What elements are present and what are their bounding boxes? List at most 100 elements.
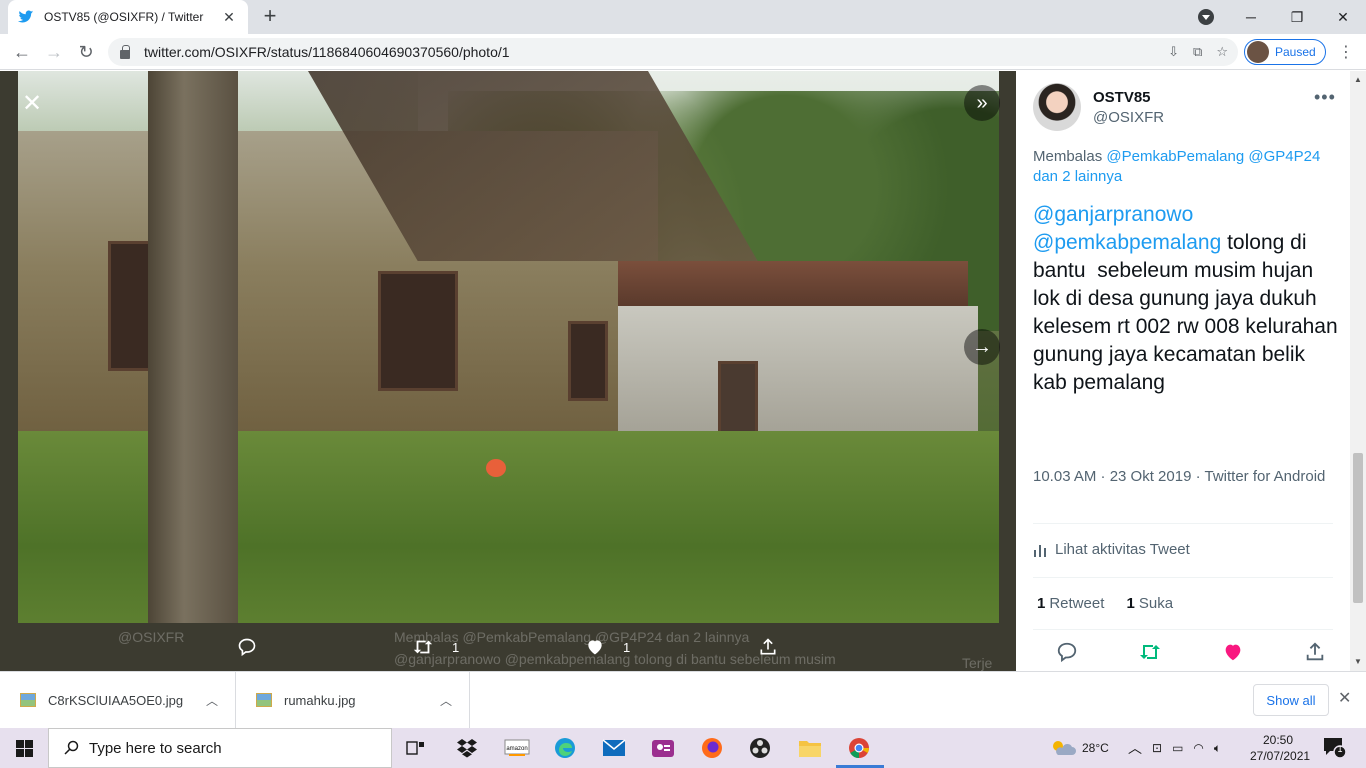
firefox-icon[interactable] (698, 734, 726, 762)
author-avatar[interactable] (1033, 83, 1081, 131)
maximize-icon[interactable]: ❐ (1274, 9, 1320, 26)
page-viewport: ✕ » → @OSIXFR Membalas @PemkabPemalang @… (0, 71, 1366, 671)
reload-icon[interactable]: ↻ (74, 40, 98, 64)
dropbox-icon[interactable] (453, 734, 481, 762)
tab-title: OSTV85 (@OSIXFR) / Twitter (44, 10, 204, 24)
browser-tab[interactable]: OSTV85 (@OSIXFR) / Twitter ✕ (8, 0, 248, 34)
profile-button[interactable]: Paused (1244, 39, 1326, 65)
reply-others-link[interactable]: dan 2 lainnya (1033, 168, 1122, 185)
retweets-label: Retweet (1049, 595, 1105, 612)
new-tab-button[interactable]: + (258, 5, 282, 29)
tweet-timestamp[interactable]: 10.03 AM · 23 Okt 2019 · Twitter for And… (1033, 467, 1333, 487)
svg-text:amazon: amazon (506, 746, 527, 752)
likes-count: 1 (1126, 595, 1135, 612)
share-icon (760, 638, 776, 655)
back-icon[interactable]: ← (10, 40, 34, 64)
media-like-button[interactable]: 1 (585, 637, 630, 657)
retweets-stat[interactable]: 1 Retweet (1037, 595, 1104, 612)
window-controls: ─ ❐ ✕ (1228, 0, 1366, 34)
show-all-button[interactable]: Show all (1253, 684, 1329, 716)
taskbar-clock[interactable]: 20:50 27/07/2021 (1250, 732, 1310, 764)
likes-label: Suka (1138, 595, 1174, 612)
retweets-count: 1 (1037, 595, 1046, 612)
mention-link[interactable]: @ganjarpranowo (1033, 203, 1193, 226)
scrollbar-thumb[interactable] (1353, 453, 1363, 603)
mention-link[interactable]: @pemkabpemalang (1033, 231, 1221, 254)
file-explorer-icon[interactable] (796, 734, 824, 762)
download-filename: rumahku.jpg (284, 692, 356, 708)
amazon-icon[interactable]: amazon (503, 734, 531, 762)
close-download-bar-icon[interactable]: ✕ (1338, 688, 1351, 708)
tweet-text: @ganjarpranowo @pemkabpemalang tolong di… (1033, 201, 1343, 397)
chevron-up-icon[interactable]: ︿ (1128, 738, 1142, 758)
obs-icon[interactable] (746, 734, 774, 762)
media-retweet-button[interactable]: 1 (412, 637, 459, 657)
device-icon[interactable]: ⊡ (1152, 741, 1162, 755)
likes-stat[interactable]: 1 Suka (1127, 595, 1174, 612)
browser-toolbar: ← → ↻ twitter.com/OSIXFR/status/11868406… (0, 34, 1366, 70)
clock-time: 20:50 (1262, 733, 1294, 747)
chevron-up-icon[interactable]: ︿ (440, 692, 452, 709)
browser-menu-icon[interactable]: ⋮ (1338, 42, 1354, 62)
task-view-icon[interactable] (402, 734, 430, 762)
chrome-icon[interactable] (845, 734, 873, 762)
weather-temp: 28°C (1082, 741, 1109, 755)
reply-mention-link[interactable]: @GP4P24 (1248, 148, 1320, 165)
volume-icon[interactable]: 🔈︎ (1214, 741, 1221, 756)
share-icon[interactable] (1304, 641, 1326, 663)
scroll-up-icon[interactable]: ▲ (1354, 75, 1362, 84)
wifi-icon[interactable]: ◠ (1193, 741, 1203, 755)
tweet-stats: 1 Retweet 1 Suka (1037, 595, 1173, 612)
bookmark-star-icon[interactable]: ☆ (1216, 44, 1228, 60)
reply-icon[interactable] (1056, 641, 1078, 663)
next-photo-icon[interactable]: → (964, 329, 1000, 365)
more-options-icon[interactable]: ••• (1314, 87, 1336, 108)
edge-icon[interactable] (551, 734, 579, 762)
author-name[interactable]: OSTV85 (1093, 89, 1151, 106)
weather-widget[interactable]: 28°C (1050, 728, 1109, 768)
download-filename: C8rKSClUIAA5OE0.jpg (48, 692, 184, 708)
translate-icon[interactable]: ⧉ (1193, 44, 1202, 60)
twitter-bird-icon (18, 9, 34, 25)
image-file-icon (256, 693, 272, 707)
start-button[interactable] (0, 728, 48, 768)
system-tray: ︿ ⊡ ▭ ◠ 🔈︎ (1128, 728, 1221, 768)
media-share-button[interactable] (758, 637, 796, 657)
retweet-icon (413, 640, 433, 654)
notification-center-icon[interactable]: 1 (1322, 736, 1347, 759)
search-placeholder: Type here to search (89, 739, 222, 757)
view-activity-link[interactable]: Lihat aktivitas Tweet (1033, 541, 1190, 558)
tab-close-button[interactable]: ✕ (220, 9, 238, 26)
media-reply-button[interactable] (237, 637, 275, 657)
tab-search-icon[interactable] (1198, 9, 1214, 25)
heart-icon (588, 640, 602, 655)
tweet-body: tolong di bantu sebeleum musim hujan lok… (1033, 231, 1338, 394)
tab-strip: OSTV85 (@OSIXFR) / Twitter ✕ + ─ ❐ ✕ (0, 0, 1366, 34)
minimize-icon[interactable]: ─ (1228, 9, 1274, 25)
close-window-icon[interactable]: ✕ (1320, 9, 1366, 26)
download-item[interactable]: rumahku.jpg ︿ (236, 672, 470, 728)
lock-icon (120, 44, 130, 59)
chevron-up-icon[interactable]: ︿ (206, 692, 218, 709)
scroll-down-icon[interactable]: ▼ (1354, 657, 1362, 666)
mail-icon[interactable] (600, 734, 628, 762)
download-item[interactable]: C8rKSClUIAA5OE0.jpg ︿ (0, 672, 236, 728)
search-icon (64, 740, 79, 755)
page-scrollbar[interactable]: ▲ ▼ (1350, 71, 1366, 671)
close-media-icon[interactable]: ✕ (14, 85, 50, 121)
reply-mention-link[interactable]: @PemkabPemalang (1106, 148, 1244, 165)
tweet-actions (1056, 641, 1326, 663)
divider (1033, 629, 1333, 630)
expand-panel-icon[interactable]: » (964, 85, 1000, 121)
battery-icon[interactable]: ▭ (1172, 741, 1183, 755)
activity-label: Lihat aktivitas Tweet (1055, 541, 1190, 558)
taskbar-search[interactable]: Type here to search (48, 728, 392, 768)
retweet-icon[interactable] (1138, 641, 1162, 663)
teams-icon[interactable] (649, 734, 677, 762)
author-handle[interactable]: @OSIXFR (1093, 109, 1164, 126)
address-bar[interactable]: twitter.com/OSIXFR/status/11868406046903… (108, 38, 1238, 66)
heart-icon[interactable] (1222, 641, 1244, 663)
forward-icon[interactable]: → (42, 40, 66, 64)
windows-logo-icon (15, 739, 33, 757)
install-app-icon[interactable]: ⇩ (1168, 44, 1179, 60)
